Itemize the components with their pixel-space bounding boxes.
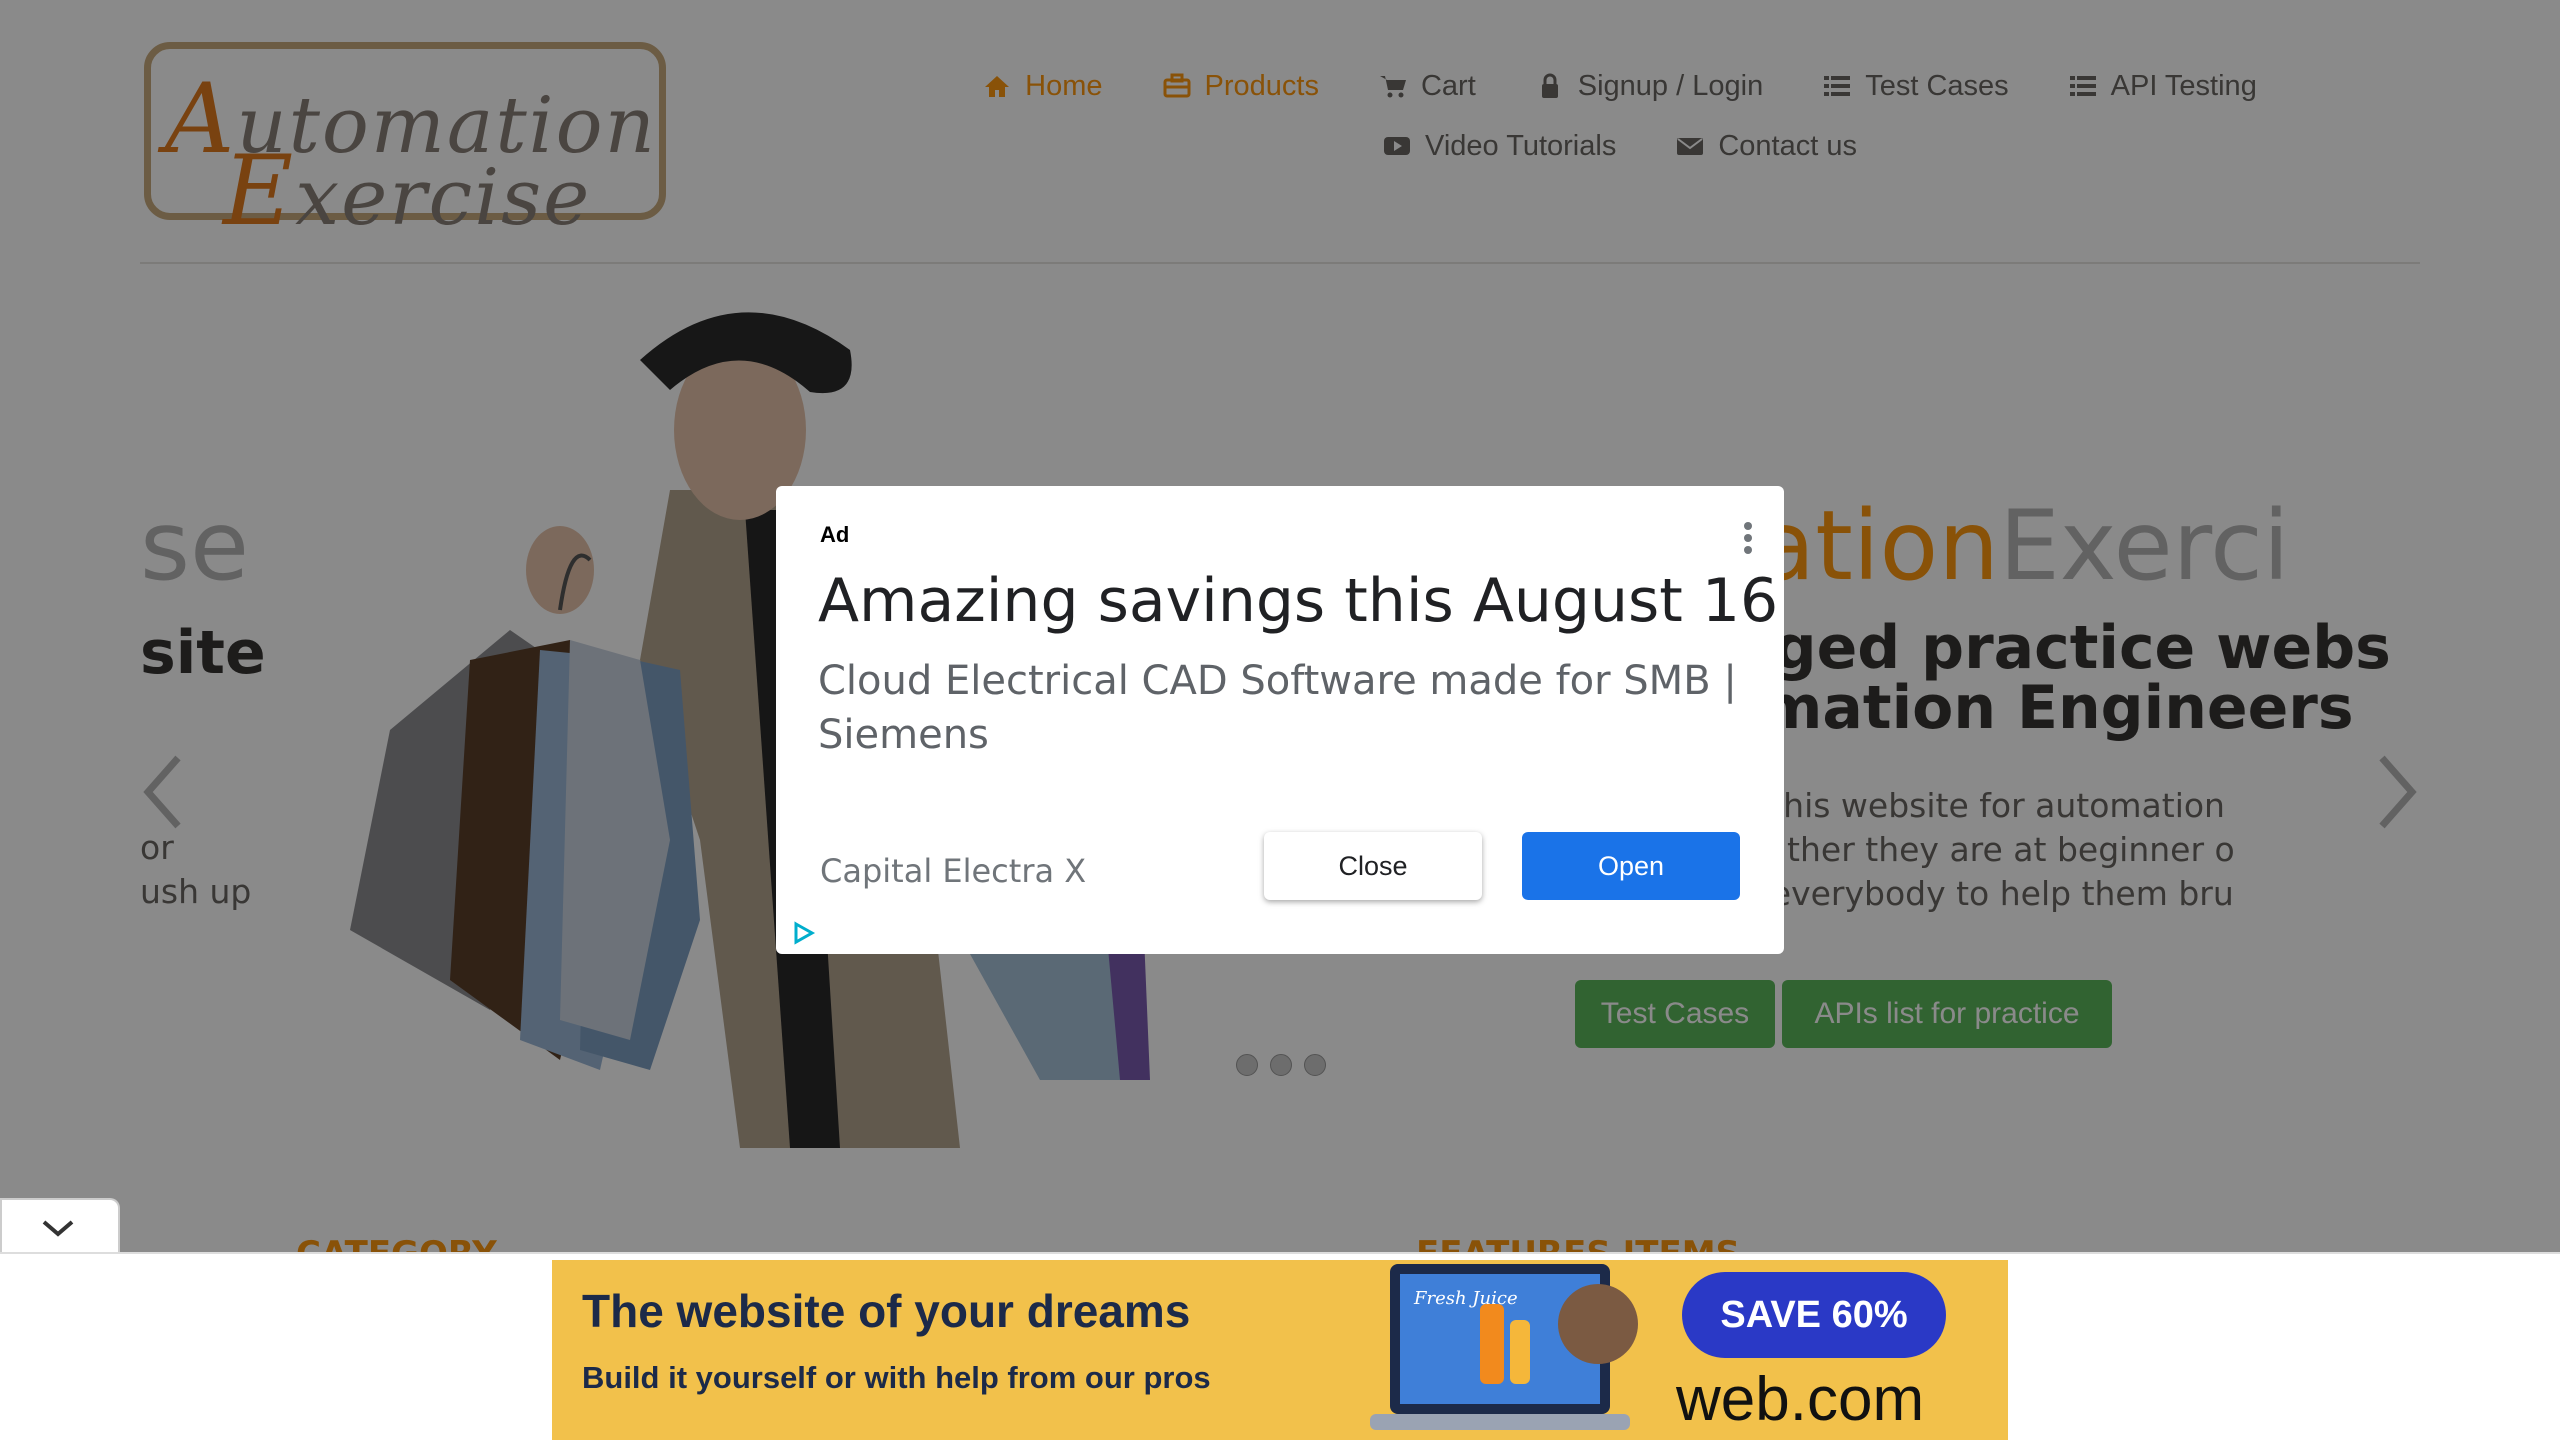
ad-close-button[interactable]: Close [1264, 832, 1482, 900]
anchor-ad-title: The website of your dreams [582, 1285, 1191, 1337]
anchor-ad-collapse-toggle[interactable] [0, 1198, 120, 1256]
anchor-ad-subtitle: Build it yourself or with help from our … [582, 1360, 1211, 1395]
more-options-icon[interactable] [1738, 518, 1758, 558]
anchor-ad-brand: web.com [1676, 1365, 1925, 1434]
anchor-ad-banner[interactable]: The website of your dreams Build it your… [552, 1260, 2008, 1440]
laptop-mockup-icon: Fresh Juice [1370, 1264, 1638, 1430]
ad-title: Amazing savings this August 16 [818, 566, 1779, 636]
ad-advertiser: Capital Electra X [820, 852, 1087, 890]
page: Automation Exercise Home Products Cart S… [0, 0, 2560, 1442]
ad-modal: Ad Amazing savings this August 16 Cloud … [776, 486, 1784, 954]
chevron-down-icon [42, 1220, 74, 1237]
adchoices-icon[interactable] [790, 920, 816, 946]
ad-open-button[interactable]: Open [1522, 832, 1740, 900]
ad-label: Ad [820, 522, 850, 547]
ad-description: Cloud Electrical CAD Software made for S… [818, 658, 1737, 758]
anchor-ad-save-badge: SAVE 60% [1682, 1272, 1946, 1358]
